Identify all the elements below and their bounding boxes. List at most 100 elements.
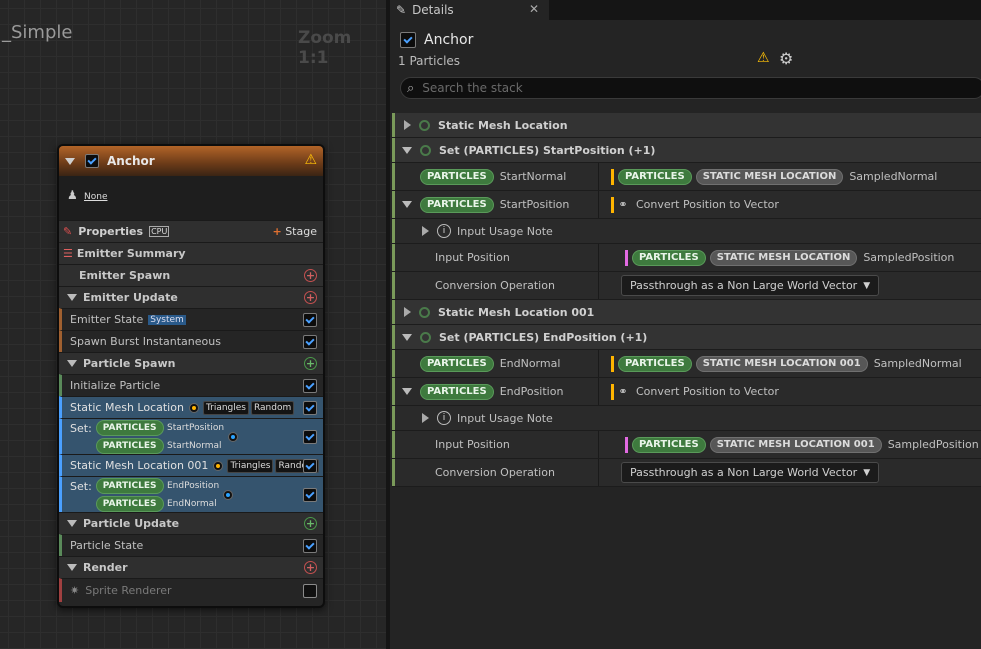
- stack-row-sml[interactable]: Static Mesh Location: [392, 113, 981, 138]
- tab-details[interactable]: ✎ Details ✕: [390, 0, 549, 20]
- particles-pill: PARTICLES: [420, 355, 494, 372]
- collapse-arrow-icon[interactable]: [67, 520, 77, 527]
- expand-arrow-icon[interactable]: [404, 307, 411, 317]
- param-name: EndNormal: [499, 357, 561, 370]
- graph-panel[interactable]: _Simple Zoom 1:1 Anchor ⚠ ♟ None ✎ Prope…: [0, 0, 386, 649]
- collapse-arrow-icon[interactable]: [65, 157, 75, 165]
- expand-arrow-icon[interactable]: [422, 413, 429, 423]
- cpu-dot-icon: [213, 460, 224, 471]
- collapse-arrow-icon[interactable]: [402, 201, 412, 208]
- sml-checkbox[interactable]: [303, 401, 317, 415]
- particle-spawn-row[interactable]: Particle Spawn +: [59, 352, 323, 374]
- set-start-checkbox[interactable]: [303, 430, 317, 444]
- param-row-start-normal[interactable]: PARTICLES StartNormal PARTICLES STATIC M…: [392, 163, 981, 191]
- triangles-tag: Triangles: [202, 400, 249, 415]
- param-row-input-usage[interactable]: i Input Usage Note: [392, 219, 981, 244]
- emitter-spawn-row[interactable]: Emitter Spawn +: [59, 264, 323, 286]
- function-name: Convert Position to Vector: [636, 385, 779, 398]
- stack-row-set-end[interactable]: Set (PARTICLES) EndPosition (+1): [392, 325, 981, 350]
- add-module-icon[interactable]: +: [304, 269, 317, 282]
- sml-pill: STATIC MESH LOCATION: [695, 168, 844, 185]
- warning-icon[interactable]: ⚠: [304, 152, 317, 168]
- emitter-enable-checkbox[interactable]: [400, 32, 416, 48]
- particle-state-row[interactable]: Particle State: [59, 534, 323, 556]
- add-module-icon[interactable]: +: [304, 517, 317, 530]
- collapse-arrow-icon[interactable]: [67, 294, 77, 301]
- add-renderer-icon[interactable]: +: [304, 561, 317, 574]
- param-name-cell: PARTICLES EndPosition: [392, 378, 599, 405]
- set-end-row[interactable]: Set: PARTICLES EndPosition PARTICLES End…: [59, 476, 323, 512]
- collapse-arrow-icon[interactable]: [67, 564, 77, 571]
- initialize-particle-row[interactable]: Initialize Particle: [59, 374, 323, 396]
- initialize-particle-checkbox[interactable]: [303, 379, 317, 393]
- param-row-input-position-2[interactable]: Input Position PARTICLES STATIC MESH LOC…: [392, 431, 981, 459]
- param-row-input-position[interactable]: Input Position PARTICLES STATIC MESH LOC…: [392, 244, 981, 272]
- group-bar: [392, 325, 395, 349]
- list-icon: ☰: [63, 247, 73, 260]
- sprite-renderer-checkbox[interactable]: [303, 584, 317, 598]
- param-value: SampledNormal: [849, 170, 938, 183]
- param-value-cell[interactable]: ⚭ Convert Position to Vector: [599, 378, 981, 405]
- none-label[interactable]: None: [84, 192, 107, 202]
- spawn-burst-row[interactable]: Spawn Burst Instantaneous: [59, 330, 323, 352]
- spawn-burst-checkbox[interactable]: [303, 335, 317, 349]
- param-value-cell[interactable]: ⚭ Convert Position to Vector: [599, 191, 981, 218]
- triangles-tag: Triangles: [227, 458, 274, 473]
- static-mesh-location-001-row[interactable]: Static Mesh Location 001 Triangles Rando…: [59, 454, 323, 476]
- dropdown-value: Passthrough as a Non Large World Vector: [630, 466, 858, 479]
- link-bar: [625, 249, 628, 266]
- collapse-arrow-icon[interactable]: [402, 388, 412, 395]
- static-mesh-location-row[interactable]: Static Mesh Location Triangles Random: [59, 396, 323, 418]
- close-icon[interactable]: ✕: [529, 2, 539, 16]
- sml001-checkbox[interactable]: [303, 459, 317, 473]
- param-value-cell[interactable]: PARTICLES STATIC MESH LOCATION SampledPo…: [599, 244, 981, 271]
- sml001-label: Static Mesh Location 001: [70, 459, 209, 472]
- stack-row-sml001[interactable]: Static Mesh Location 001: [392, 300, 981, 325]
- set-end-checkbox[interactable]: [303, 488, 317, 502]
- expand-arrow-icon[interactable]: [422, 226, 429, 236]
- collapse-arrow-icon[interactable]: [67, 360, 77, 367]
- emitter-summary-row[interactable]: ☰ Emitter Summary: [59, 242, 323, 264]
- emitter-update-row[interactable]: Emitter Update +: [59, 286, 323, 308]
- add-stage-button[interactable]: + Stage: [272, 225, 317, 238]
- node-enable-checkbox[interactable]: [85, 154, 99, 168]
- param-row-conversion-2[interactable]: Conversion Operation Passthrough as a No…: [392, 459, 981, 487]
- initialize-particle-label: Initialize Particle: [70, 379, 161, 392]
- param-row-input-usage-2[interactable]: i Input Usage Note: [392, 406, 981, 431]
- stack-row-set-start[interactable]: Set (PARTICLES) StartPosition (+1): [392, 138, 981, 163]
- properties-row[interactable]: ✎ Properties CPU + Stage: [59, 220, 323, 242]
- tab-details-label: Details: [412, 3, 454, 17]
- collapse-arrow-icon[interactable]: [402, 333, 412, 341]
- chevron-down-icon: ▼: [863, 467, 871, 478]
- emitter-state-row[interactable]: Emitter State System: [59, 308, 323, 330]
- param-value-cell[interactable]: PARTICLES STATIC MESH LOCATION SampledNo…: [599, 163, 981, 190]
- param-row-conversion[interactable]: Conversion Operation Passthrough as a No…: [392, 272, 981, 300]
- param-value: SampledNormal: [873, 357, 962, 370]
- emitter-state-checkbox[interactable]: [303, 313, 317, 327]
- param-value-cell[interactable]: PARTICLES STATIC MESH LOCATION 001 Sampl…: [599, 431, 981, 458]
- expand-arrow-icon[interactable]: [404, 120, 411, 130]
- param-row-start-position[interactable]: PARTICLES StartPosition ⚭ Convert Positi…: [392, 191, 981, 219]
- add-module-icon[interactable]: +: [304, 357, 317, 370]
- param-row-end-normal[interactable]: PARTICLES EndNormal PARTICLES STATIC MES…: [392, 350, 981, 378]
- set-label: Set:: [70, 422, 92, 435]
- param-row-end-position[interactable]: PARTICLES EndPosition ⚭ Convert Position…: [392, 378, 981, 406]
- spawn-burst-label: Spawn Burst Instantaneous: [70, 335, 221, 348]
- render-row[interactable]: Render +: [59, 556, 323, 578]
- set-start-row[interactable]: Set: PARTICLES StartPosition PARTICLES S…: [59, 418, 323, 454]
- gear-icon[interactable]: ⚙: [779, 49, 793, 68]
- particle-state-checkbox[interactable]: [303, 539, 317, 553]
- zoom-label: Zoom 1:1: [298, 28, 352, 68]
- warning-icon[interactable]: ⚠: [757, 50, 770, 66]
- add-module-icon[interactable]: +: [304, 291, 317, 304]
- param-value-cell[interactable]: PARTICLES STATIC MESH LOCATION 001 Sampl…: [599, 350, 981, 377]
- search-input[interactable]: ⌕ Search the stack: [400, 77, 981, 99]
- particle-update-row[interactable]: Particle Update +: [59, 512, 323, 534]
- conversion-dropdown[interactable]: Passthrough as a Non Large World Vector …: [621, 462, 880, 483]
- conversion-dropdown[interactable]: Passthrough as a Non Large World Vector …: [621, 275, 880, 296]
- node-header[interactable]: Anchor ⚠: [59, 146, 323, 176]
- collapse-arrow-icon[interactable]: [402, 146, 412, 154]
- emitter-node[interactable]: Anchor ⚠ ♟ None ✎ Properties CPU + Stage…: [57, 144, 325, 608]
- pencil-icon: ✎: [396, 3, 407, 17]
- sprite-renderer-row[interactable]: ✷ Sprite Renderer: [59, 578, 323, 602]
